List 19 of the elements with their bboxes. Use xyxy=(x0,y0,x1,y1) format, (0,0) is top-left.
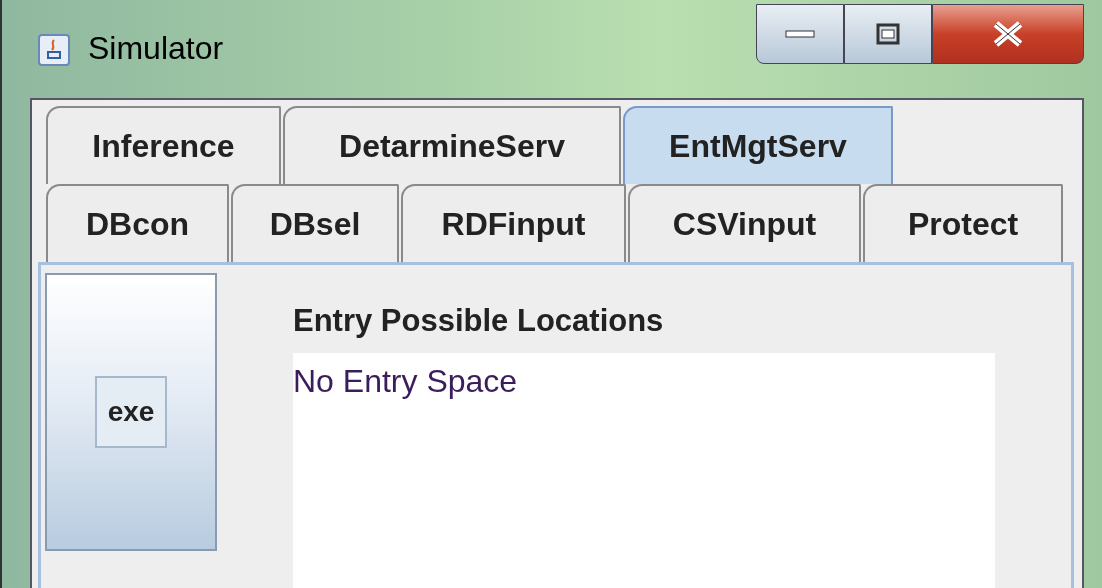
tab[interactable]: DBsel xyxy=(231,184,399,262)
tab[interactable]: Protect xyxy=(863,184,1063,262)
close-button[interactable] xyxy=(932,4,1084,64)
tab[interactable]: Inference xyxy=(46,106,281,184)
list-label: Entry Possible Locations xyxy=(293,303,665,340)
exe-button[interactable]: exe xyxy=(95,376,167,448)
tab[interactable]: DBcon xyxy=(46,184,229,262)
tab[interactable]: RDFinput xyxy=(401,184,626,262)
maximize-button[interactable] xyxy=(844,4,932,64)
tab[interactable]: EntMgtServ xyxy=(623,106,893,184)
tab[interactable]: DetarmineServ xyxy=(283,106,621,184)
list-item[interactable]: No Entry Space xyxy=(293,363,518,400)
minimize-icon xyxy=(785,29,815,39)
minimize-button[interactable] xyxy=(756,4,844,64)
maximize-icon xyxy=(876,23,900,45)
java-cup-icon xyxy=(38,34,70,66)
close-icon xyxy=(991,20,1025,48)
tab[interactable]: CSVinput xyxy=(628,184,861,262)
window-title: Simulator xyxy=(88,30,224,67)
